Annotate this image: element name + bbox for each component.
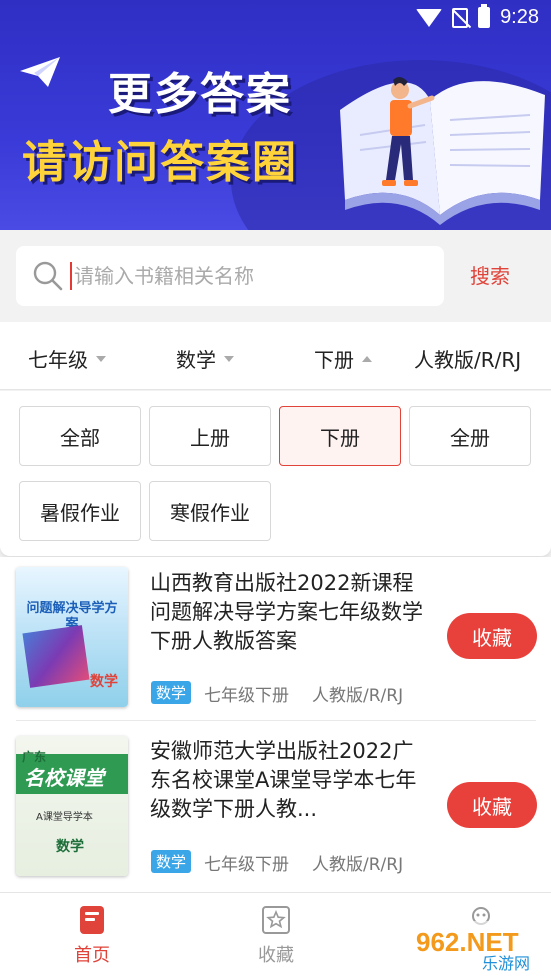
grade-filter-label: 七年级 xyxy=(28,348,88,372)
volume-option-summer[interactable]: 暑假作业 xyxy=(19,481,141,541)
edition-filter-label: 人教版/R/RJ xyxy=(414,348,522,372)
volume-option-winter[interactable]: 寒假作业 xyxy=(149,481,271,541)
cover-subtitle: A课堂导学本 xyxy=(36,812,93,823)
filter-bar: 七年级 数学 下册 人教版/R/RJ xyxy=(0,322,551,390)
list-divider xyxy=(16,720,536,721)
watermark-text: 962.NET xyxy=(416,927,519,957)
open-book-illustration xyxy=(340,76,545,225)
edition-filter[interactable]: 人教版/R/RJ xyxy=(414,344,521,373)
book-cover: 广东 名校课堂 A课堂导学本 数学 xyxy=(16,736,128,876)
book-grade: 七年级下册 xyxy=(204,686,289,706)
battery-icon xyxy=(478,4,491,28)
list-item[interactable]: 问题解决导学方案 数学 山西教育出版社2022新课程问题解决导学方案七年级数学下… xyxy=(0,557,551,725)
status-time: 9:28 xyxy=(500,6,539,28)
volume-option-full[interactable]: 全册 xyxy=(409,406,531,466)
book-cover: 问题解决导学方案 数学 xyxy=(16,567,128,707)
volume-option-all[interactable]: 全部 xyxy=(19,406,141,466)
search-icon xyxy=(33,261,63,291)
search-box[interactable] xyxy=(16,246,444,306)
search-row: 搜索 xyxy=(0,230,551,322)
caret-down-icon xyxy=(224,355,234,362)
volume-option-second[interactable]: 下册 xyxy=(279,406,401,466)
no-sim-icon xyxy=(452,7,469,28)
search-input[interactable] xyxy=(74,264,394,288)
favorite-button[interactable]: 收藏 xyxy=(447,782,537,828)
search-button[interactable]: 搜索 xyxy=(470,260,510,289)
book-edition: 人教版/R/RJ xyxy=(312,686,404,706)
promo-banner[interactable]: 9:28 更多答案 请访问答案圈 xyxy=(0,0,551,230)
wifi-icon xyxy=(416,8,443,27)
cover-title: 名校课堂 xyxy=(24,766,104,790)
nav-home-label: 首页 xyxy=(74,945,110,966)
caret-down-icon xyxy=(96,355,106,362)
volume-dropdown-panel: 全部 上册 下册 全册 暑假作业 寒假作业 xyxy=(0,391,551,556)
paper-plane-icon xyxy=(20,57,60,87)
cover-subject: 数学 xyxy=(90,674,118,690)
cover-subject: 数学 xyxy=(56,839,84,855)
watermark-subtext: 乐游网 xyxy=(482,954,530,973)
book-title[interactable]: 安徽师范大学出版社2022广东名校课堂A课堂导学本七年级数学下册人教... xyxy=(150,737,430,824)
site-watermark: 962.NET 乐游网 xyxy=(410,921,545,973)
grade-filter[interactable]: 七年级 xyxy=(28,344,106,373)
volume-filter[interactable]: 下册 xyxy=(314,344,372,373)
cover-graphic xyxy=(22,625,90,688)
book-grade: 七年级下册 xyxy=(204,855,289,875)
book-title[interactable]: 山西教育出版社2022新课程问题解决导学方案七年级数学下册人教版答案 xyxy=(150,569,430,656)
book-icon xyxy=(80,906,104,934)
book-list: 问题解决导学方案 数学 山西教育出版社2022新课程问题解决导学方案七年级数学下… xyxy=(0,557,551,892)
banner-subheadline: 请访问答案圈 xyxy=(22,137,298,188)
star-icon xyxy=(262,906,290,934)
volume-filter-label: 下册 xyxy=(314,348,354,372)
text-cursor xyxy=(70,262,72,290)
subject-tag: 数学 xyxy=(151,850,192,873)
list-item[interactable]: 广东 名校课堂 A课堂导学本 数学 安徽师范大学出版社2022广东名校课堂A课堂… xyxy=(0,725,551,892)
book-edition: 人教版/R/RJ xyxy=(312,855,404,875)
status-bar: 9:28 xyxy=(416,4,539,29)
subject-filter[interactable]: 数学 xyxy=(176,344,234,373)
volume-option-first[interactable]: 上册 xyxy=(149,406,271,466)
favorite-button[interactable]: 收藏 xyxy=(447,613,537,659)
nav-home[interactable]: 首页 xyxy=(37,905,147,967)
banner-headline: 更多答案 xyxy=(108,69,292,120)
bottom-navigation: 首页 收藏 962.NET 乐游网 xyxy=(0,892,551,979)
nav-favorites-label: 收藏 xyxy=(258,945,294,966)
subject-filter-label: 数学 xyxy=(176,348,216,372)
caret-up-icon xyxy=(362,355,372,362)
nav-favorites[interactable]: 收藏 xyxy=(221,905,331,967)
subject-tag: 数学 xyxy=(151,681,192,704)
